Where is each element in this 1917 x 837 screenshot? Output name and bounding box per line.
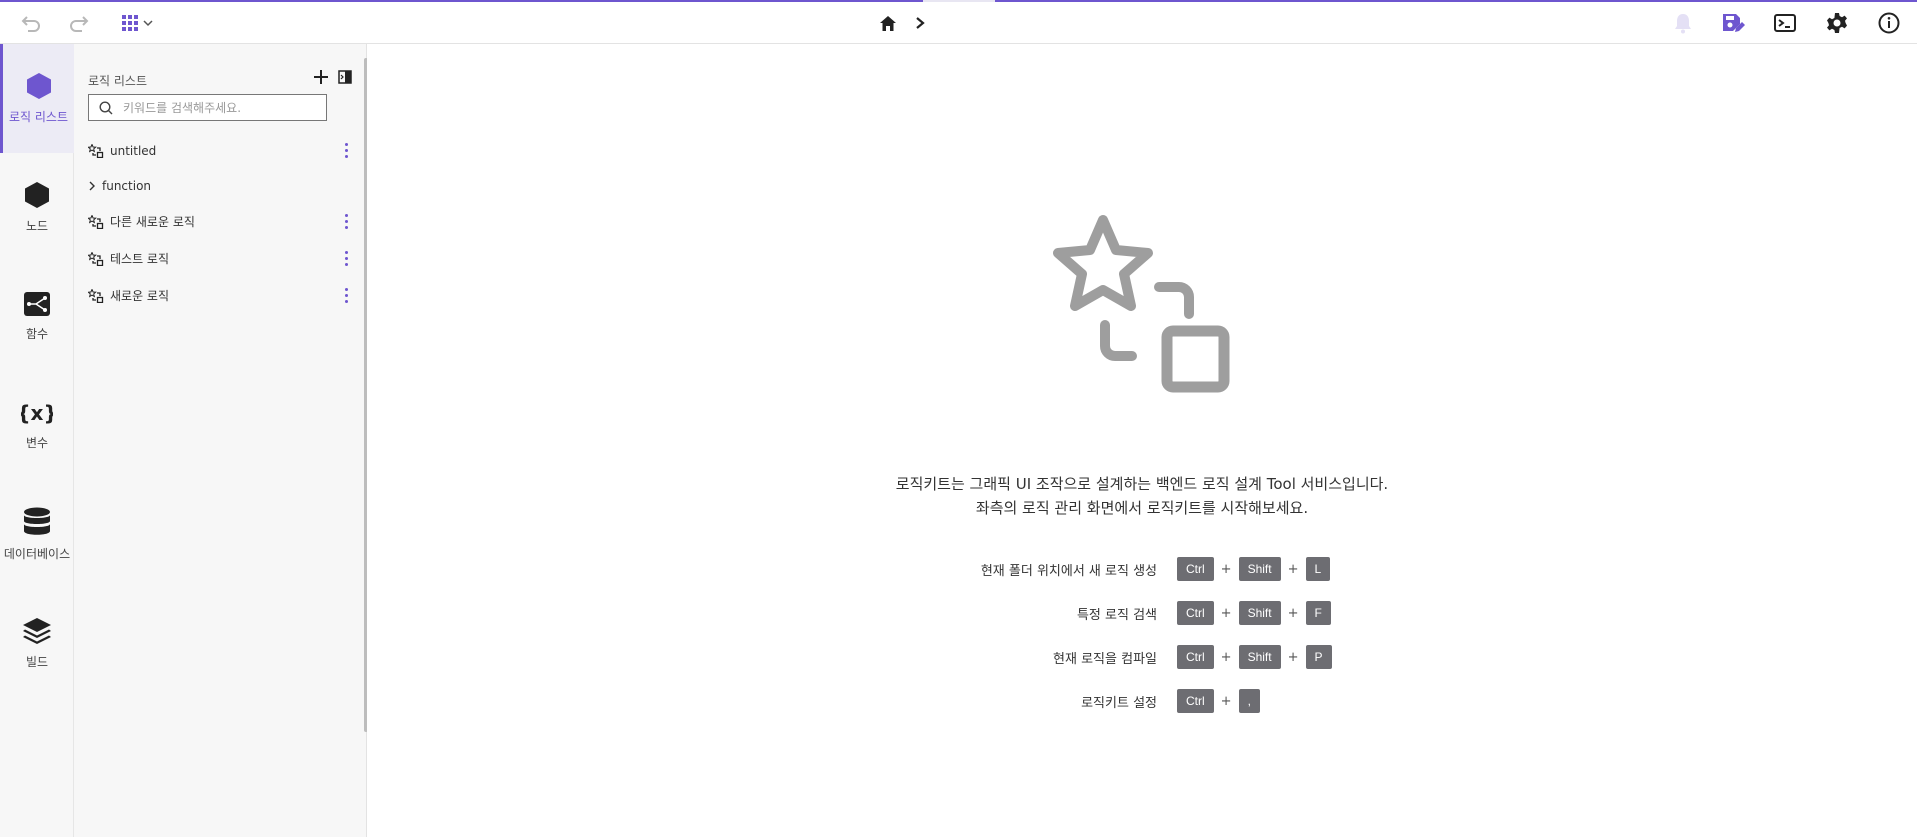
shortcut-keys: Ctrl + Shift + L (1177, 557, 1331, 581)
rail-item-label: 데이터베이스 (3, 547, 71, 561)
more-options-icon[interactable] (344, 251, 348, 266)
chevron-right-icon[interactable] (912, 8, 928, 38)
panel-actions (314, 70, 352, 84)
key-cap: Ctrl (1177, 689, 1214, 713)
layers-icon (23, 618, 51, 644)
hexagon-icon (25, 182, 49, 208)
search-input[interactable] (123, 100, 313, 115)
rail-item-database[interactable]: 데이터베이스 (0, 480, 74, 589)
list-item-name: 새로운 로직 (110, 289, 170, 303)
terminal-icon[interactable] (1772, 8, 1798, 38)
svg-text:{x}: {x} (21, 401, 53, 425)
key-cap: Ctrl (1177, 601, 1214, 625)
shortcut-label: 현재 폴더 위치에서 새 로직 생성 (980, 564, 1157, 579)
variable-icon: {x} (21, 401, 53, 425)
shortcut-label: 특정 로직 검색 (1076, 608, 1157, 623)
shortcut-row: 특정 로직 검색 Ctrl + Shift + F (367, 600, 1917, 626)
left-navigation-rail: 로직 리스트 노드 함수 {x} 변수 데이터베이스 빌드 (0, 44, 74, 837)
bell-icon[interactable] (1671, 8, 1695, 38)
plus-sign: + (1220, 561, 1232, 577)
save-edit-icon[interactable] (1720, 8, 1746, 38)
list-item-name: 테스트 로직 (110, 252, 170, 266)
rail-item-label: 변수 (25, 436, 49, 450)
logic-icon (88, 251, 104, 266)
list-item[interactable]: 다른 새로운 로직 (74, 203, 358, 240)
logic-icon (88, 143, 104, 158)
folder-item[interactable]: function (74, 169, 358, 203)
key-cap: Ctrl (1177, 645, 1214, 669)
more-options-icon[interactable] (344, 143, 348, 158)
shortcut-label: 현재 로직을 컴파일 (1053, 652, 1157, 667)
redo-icon[interactable] (66, 8, 92, 38)
logic-icon (88, 214, 104, 229)
rail-item-variable[interactable]: {x} 변수 (0, 371, 74, 480)
shortcut-row: 현재 폴더 위치에서 새 로직 생성 Ctrl + Shift + L (367, 556, 1917, 582)
shortcut-row: 로직키트 설정 Ctrl + , (367, 688, 1917, 714)
search-icon (99, 100, 113, 114)
folder-name: function (102, 179, 152, 193)
shortcut-row: 현재 로직을 컴파일 Ctrl + Shift + P (367, 644, 1917, 670)
logic-list-panel: 로직 리스트 untitled function 다른 새로운 로직 테스트 로… (74, 44, 368, 837)
add-icon[interactable] (314, 70, 328, 84)
logic-search-box[interactable] (88, 94, 327, 121)
more-options-icon[interactable] (344, 288, 348, 303)
intro-line-2: 좌측의 로직 관리 화면에서 로직키트를 시작해보세요. (975, 499, 1309, 517)
shortcut-label: 로직키트 설정 (1081, 696, 1157, 711)
more-options-icon[interactable] (344, 214, 348, 229)
rail-item-logic-list[interactable]: 로직 리스트 (0, 44, 74, 153)
shortcut-keys: Ctrl + Shift + F (1177, 601, 1331, 625)
intro-text: 로직키트는 그래픽 UI 조작으로 설계하는 백엔드 로직 설계 Tool 서비… (367, 472, 1917, 520)
rail-item-label: 로직 리스트 (8, 110, 68, 124)
list-item[interactable]: 테스트 로직 (74, 240, 358, 277)
gear-icon[interactable] (1824, 8, 1850, 38)
rail-item-build[interactable]: 빌드 (0, 589, 74, 698)
list-item[interactable]: 새로운 로직 (74, 277, 358, 314)
key-cap: F (1305, 601, 1331, 625)
info-icon[interactable] (1876, 8, 1902, 38)
apps-grid-icon (122, 15, 138, 31)
undo-icon[interactable] (18, 8, 44, 38)
key-cap: L (1305, 557, 1331, 581)
list-item-name: 다른 새로운 로직 (110, 215, 195, 229)
rail-item-label: 노드 (25, 219, 49, 233)
function-flow-icon (24, 292, 50, 316)
panel-title: 로직 리스트 (88, 74, 148, 88)
plus-sign: + (1287, 561, 1299, 577)
plus-sign: + (1220, 693, 1232, 709)
rail-item-node[interactable]: 노드 (0, 153, 74, 262)
rail-item-function[interactable]: 함수 (0, 262, 74, 371)
key-cap: Shift (1238, 601, 1281, 625)
shortcut-keys: Ctrl + , (1177, 689, 1260, 713)
logic-list: untitled function 다른 새로운 로직 테스트 로직 새로운 로… (74, 132, 358, 314)
main-area: 로직키트는 그래픽 UI 조작으로 설계하는 백엔드 로직 설계 Tool 서비… (367, 44, 1917, 837)
top-toolbar (0, 2, 1917, 44)
logic-hero-icon (1053, 215, 1230, 393)
intro-line-1: 로직키트는 그래픽 UI 조작으로 설계하는 백엔드 로직 설계 Tool 서비… (895, 475, 1389, 493)
chevron-down-icon (143, 20, 153, 27)
apps-menu-button[interactable] (116, 8, 158, 38)
shortcut-keys: Ctrl + Shift + P (1177, 645, 1332, 669)
rail-item-label: 함수 (25, 327, 49, 341)
home-icon[interactable] (876, 8, 900, 38)
chevron-right-icon[interactable] (88, 181, 96, 191)
database-icon (24, 507, 50, 535)
plus-sign: + (1220, 605, 1232, 621)
key-cap: Shift (1238, 557, 1281, 581)
key-cap: Shift (1238, 645, 1281, 669)
list-item[interactable]: untitled (74, 132, 358, 169)
plus-sign: + (1287, 605, 1299, 621)
rail-item-label: 빌드 (25, 655, 49, 669)
plus-sign: + (1287, 649, 1299, 665)
key-cap: Ctrl (1177, 557, 1214, 581)
logic-icon (88, 288, 104, 303)
plus-sign: + (1220, 649, 1232, 665)
hexagon-icon (26, 73, 51, 99)
key-cap: P (1305, 645, 1332, 669)
key-cap: , (1238, 689, 1260, 713)
collapse-panel-icon[interactable] (338, 70, 352, 84)
list-item-name: untitled (110, 143, 157, 158)
